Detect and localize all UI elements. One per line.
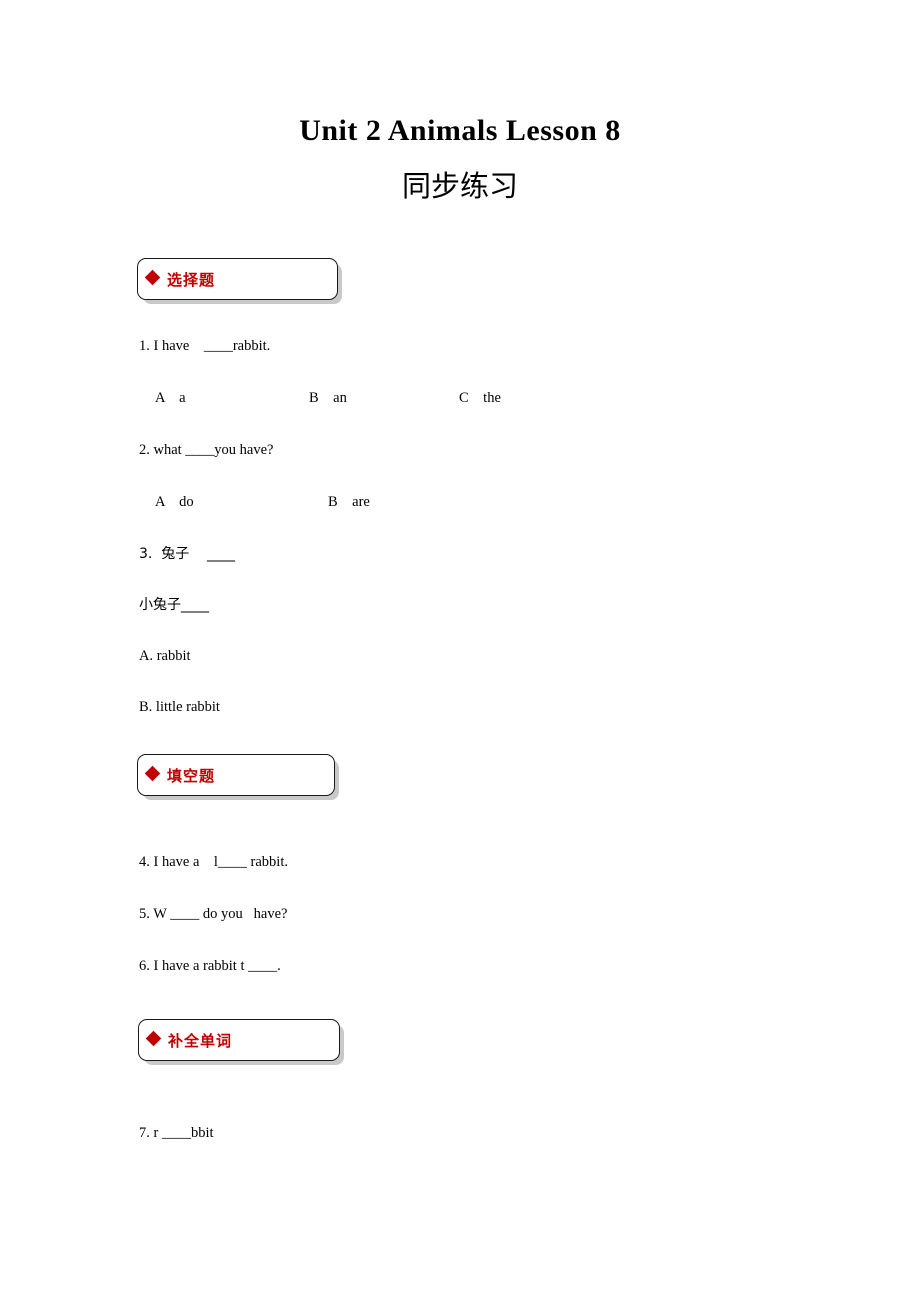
question-4-text: 4. I have a l____ rabbit. [139,854,288,870]
question-2-option-b[interactable]: B are [328,493,370,511]
section-label-complete-word: 补全单词 [168,1031,233,1050]
question-5-text: 5. W ____ do you have? [139,906,288,922]
question-1-option-a[interactable]: A a [155,389,186,407]
question-3-text: 3. 兔子 ____ [139,546,236,562]
section-label-multiple-choice: 选择题 [167,270,216,289]
section-header-multiple-choice: 选择题 [137,258,338,300]
page-subtitle: 同步练习 [401,169,518,203]
section-header-fill-blank: 填空题 [137,754,335,796]
page-title: Unit 2 Animals Lesson 8 [299,114,621,147]
question-1-option-b[interactable]: B an [309,389,347,407]
question-3-text-line2: 小兔子____ [139,597,209,613]
question-7-text: 7. r ____bbit [139,1125,214,1141]
worksheet-page: Unit 2 Animals Lesson 8 同步练习 选择题 1. I ha… [0,0,920,1302]
question-1-option-c[interactable]: C the [459,389,501,407]
question-2-text: 2. what ____you have? [139,442,274,458]
question-3-option-b[interactable]: B. little rabbit [139,698,220,716]
section-header-complete-word: 补全单词 [138,1019,340,1061]
question-1-text: 1. I have ____rabbit. [139,338,271,354]
question-2-option-a[interactable]: A do [155,493,194,511]
question-6-text: 6. I have a rabbit t ____. [139,958,281,974]
question-3-option-a[interactable]: A. rabbit [139,647,191,665]
section-label-fill-blank: 填空题 [167,766,216,785]
title-block: Unit 2 Animals Lesson 8 同步练习 [0,112,920,208]
